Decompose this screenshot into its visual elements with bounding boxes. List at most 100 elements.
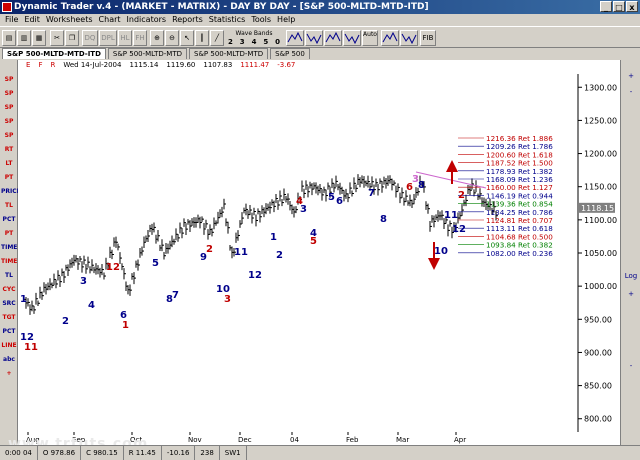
open-icon[interactable]: ▤	[2, 30, 16, 46]
left-tool-20[interactable]: abc	[1, 354, 17, 366]
menu-file[interactable]: File	[2, 14, 21, 26]
left-tool-14[interactable]: TL	[1, 270, 17, 282]
info-r[interactable]: R	[50, 60, 55, 71]
wave-tool-2-icon[interactable]	[305, 30, 323, 46]
wave-label: 3	[224, 294, 231, 305]
menu-worksheets[interactable]: Worksheets	[43, 14, 96, 26]
wave-band-4[interactable]: 4	[252, 38, 257, 46]
fib-button[interactable]: FIB	[420, 30, 436, 46]
wave-tool-1-icon[interactable]	[286, 30, 304, 46]
tab-chart-3[interactable]: S&P 500-MLTD-MTD	[189, 48, 269, 59]
left-tool-9[interactable]: TL	[1, 200, 17, 212]
status-count: 238	[195, 446, 220, 460]
wave-band-5[interactable]: 5	[263, 38, 268, 46]
zoom-out-icon[interactable]: ⊖	[165, 30, 179, 46]
menu-statistics[interactable]: Statistics	[206, 14, 249, 26]
wave-band-3[interactable]: 3	[240, 38, 245, 46]
right-tool-3[interactable]: +	[623, 288, 639, 300]
chart-area[interactable]: 1300.00 1250.00 1200.00 1150.00 1100.00 1050.…	[18, 60, 620, 445]
maximize-button[interactable]: □	[613, 1, 625, 12]
left-tool-19[interactable]: LINE	[1, 340, 17, 352]
wave-tool-3-icon[interactable]	[324, 30, 342, 46]
status-range: R 11.45	[124, 446, 162, 460]
chart-tabs: S&P 500-MLTD-MTD-ITD S&P 500-MLTD-MTD S&…	[0, 48, 640, 59]
left-tool-4[interactable]: SP	[1, 130, 17, 142]
right-tool-1[interactable]: -	[623, 86, 639, 98]
dpl-button[interactable]: DPL	[99, 30, 117, 46]
wave-tool-4-icon[interactable]	[343, 30, 361, 46]
left-tool-7[interactable]: PT	[1, 172, 17, 184]
menu-help[interactable]: Help	[274, 14, 298, 26]
cursor-icon[interactable]: ↖	[180, 30, 194, 46]
left-tool-6[interactable]: LT	[1, 158, 17, 170]
y-tick-label: 1200.00	[584, 150, 617, 159]
left-tool-18[interactable]: PCT	[1, 326, 17, 338]
wave-band-2[interactable]: 2	[228, 38, 233, 46]
dq-button[interactable]: DQ	[82, 30, 98, 46]
left-tool-3[interactable]: SP	[1, 116, 17, 128]
left-tool-10[interactable]: PCT	[1, 214, 17, 226]
line-icon[interactable]: ╱	[210, 30, 224, 46]
left-tool-1[interactable]: SP	[1, 88, 17, 100]
menu-bar: File Edit Worksheets Chart Indicators Re…	[0, 14, 640, 26]
left-tool-13[interactable]: TIME	[1, 256, 17, 268]
tab-chart-4[interactable]: S&P 500	[270, 48, 310, 59]
wave-label: 6	[336, 196, 343, 207]
left-tool-17[interactable]: TGT	[1, 312, 17, 324]
cut-icon[interactable]: ✂	[50, 30, 64, 46]
bar-icon[interactable]: ┃	[195, 30, 209, 46]
status-close: C 980.15	[81, 446, 124, 460]
minimize-button[interactable]: _	[600, 1, 612, 12]
left-tool-16[interactable]: SRC	[1, 298, 17, 310]
menu-tools[interactable]: Tools	[248, 14, 274, 26]
menu-reports[interactable]: Reports	[169, 14, 206, 26]
wave-label: 8	[380, 214, 387, 225]
menu-edit[interactable]: Edit	[21, 14, 43, 26]
left-tool-0[interactable]: SP	[1, 74, 17, 86]
save-icon[interactable]: ▥	[17, 30, 31, 46]
info-close: 1111.47	[240, 61, 270, 69]
tab-chart-2[interactable]: S&P 500-MLTD-MTD	[107, 48, 188, 59]
fh-button[interactable]: FH	[133, 30, 147, 46]
x-tick-label: Dec	[238, 436, 252, 444]
wave-tool-6-icon[interactable]	[400, 30, 418, 46]
left-tool-2[interactable]: SP	[1, 102, 17, 114]
zoom-in-icon[interactable]: ⊕	[150, 30, 164, 46]
info-f[interactable]: F	[38, 60, 42, 71]
left-tool-8[interactable]: PRICE	[1, 186, 21, 198]
left-tool-21[interactable]: +	[1, 368, 17, 380]
info-e[interactable]: E	[26, 60, 30, 71]
close-button[interactable]: x	[626, 1, 638, 12]
left-tool-15[interactable]: CYC	[1, 284, 17, 296]
wave-label: 9	[200, 252, 207, 263]
left-tool-5[interactable]: RT	[1, 144, 17, 156]
y-tick-label: 1300.00	[584, 83, 617, 92]
price-bars	[23, 174, 498, 315]
wave-tool-5-icon[interactable]	[381, 30, 399, 46]
x-tick-label: Feb	[346, 436, 359, 444]
right-tool-2[interactable]: Log	[623, 270, 639, 282]
x-tick-label: Nov	[188, 436, 202, 444]
status-open: O 978.86	[38, 446, 82, 460]
tab-chart-1[interactable]: S&P 500-MLTD-MTD-ITD	[2, 48, 106, 59]
auto-label: Auto	[363, 31, 377, 38]
wave-label: 8	[418, 180, 425, 191]
right-tool-0[interactable]: +	[623, 70, 639, 82]
price-chart[interactable]: 1300.00 1250.00 1200.00 1150.00 1100.00 1050.…	[18, 60, 620, 445]
menu-indicators[interactable]: Indicators	[124, 14, 170, 26]
wave-band-0[interactable]: 0	[275, 38, 280, 46]
auto-button[interactable]: Auto	[362, 30, 378, 46]
menu-chart[interactable]: Chart	[96, 14, 124, 26]
status-date: 0:00 04	[0, 446, 38, 460]
hl-button[interactable]: HL	[118, 30, 132, 46]
y-tick-label: 950.00	[584, 315, 612, 324]
wave-label: 2	[458, 190, 465, 201]
wave-label: 5	[328, 192, 335, 203]
left-tool-11[interactable]: PT	[1, 228, 17, 240]
right-tool-4[interactable]: -	[623, 360, 639, 372]
print-icon[interactable]: ▦	[32, 30, 46, 46]
copy-icon[interactable]: ❐	[65, 30, 79, 46]
left-tool-12[interactable]: TIME	[1, 242, 17, 254]
wave-label: 11	[234, 247, 248, 258]
wave-label: 1	[122, 320, 129, 331]
